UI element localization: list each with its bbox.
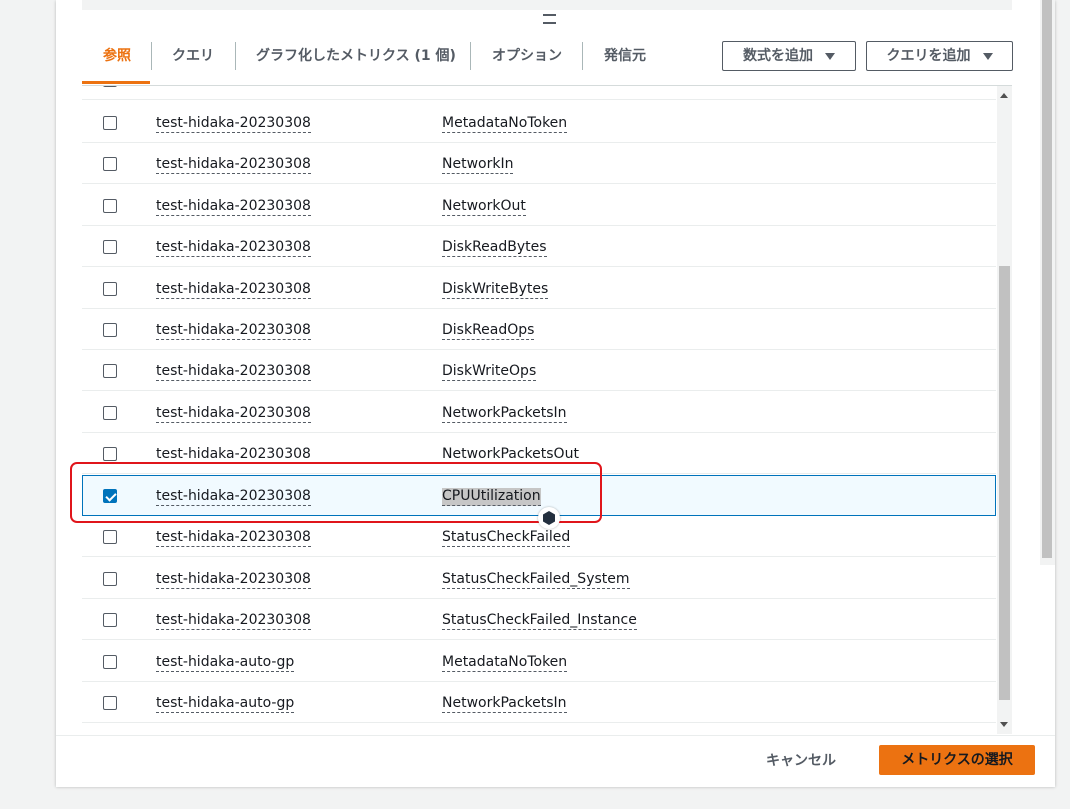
tab-source[interactable]: 発信元 (604, 36, 646, 84)
scroll-down-icon[interactable] (1000, 722, 1008, 727)
add-math-label: 数式を追加 (743, 48, 813, 64)
extension-cursor-icon (538, 507, 560, 529)
row-checkbox[interactable] (103, 282, 117, 296)
instance-name[interactable]: test-hidaka-20230308 (156, 405, 311, 423)
metric-name[interactable]: MetadataNoToken (442, 115, 568, 133)
tab-graphed-metrics[interactable]: グラフ化したメトリクス (1 個) (256, 36, 456, 84)
graph-area-edge (82, 0, 1012, 10)
active-tab-indicator (82, 81, 150, 84)
metric-name[interactable]: NetworkPacketsIn (442, 405, 567, 423)
resize-handle-icon[interactable] (543, 14, 556, 24)
instance-name[interactable]: test-hidaka-20230308 (156, 156, 311, 174)
scroll-up-icon[interactable] (1000, 93, 1008, 98)
instance-name[interactable]: test-hidaka-auto-gp (156, 695, 295, 713)
metric-name[interactable]: StatusCheckFailed_System (442, 571, 630, 589)
table-row[interactable]: test-hidaka-auto-gp MetadataNoToken (82, 641, 996, 682)
tab-browse[interactable]: 参照 (103, 36, 131, 84)
tab-bar: 参照 クエリ グラフ化したメトリクス (1 個) オプション 発信元 数式を追加… (82, 36, 1013, 86)
metric-name[interactable]: MetadataNoToken (442, 654, 568, 672)
row-checkbox[interactable] (103, 696, 117, 710)
row-checkbox[interactable] (103, 86, 117, 87)
row-checkbox[interactable] (103, 323, 117, 337)
table-row[interactable]: test-hidaka-auto-gp NetworkPacketsIn (82, 682, 996, 723)
row-checkbox[interactable] (103, 240, 117, 254)
tab-separator (235, 42, 236, 70)
metric-name[interactable]: NetworkPacketsIn (442, 695, 567, 713)
instance-name[interactable]: test-hidaka-20230308 (156, 612, 311, 630)
row-checkbox[interactable] (103, 655, 117, 669)
instance-name[interactable]: test-hidaka-20230308 (156, 529, 311, 547)
page-scrollbar-thumb[interactable] (1042, 0, 1052, 558)
metric-name[interactable]: StatusCheckFailed_Instance (442, 612, 637, 630)
metrics-list: test-hidaka-20230308 MetadataNoToken tes… (82, 86, 996, 734)
metric-name[interactable]: DiskReadBytes (442, 239, 547, 257)
list-scrollbar-thumb[interactable] (999, 266, 1010, 700)
table-row[interactable]: test-hidaka-20230308 NetworkIn (82, 143, 996, 184)
metric-name[interactable]: DiskReadOps (442, 322, 535, 340)
table-row[interactable]: test-hidaka-20230308 DiskWriteOps (82, 350, 996, 391)
metric-name[interactable]: DiskWriteBytes (442, 281, 549, 299)
table-row[interactable]: test-hidaka-20230308 StatusCheckFailed_I… (82, 599, 996, 640)
metric-name[interactable]: NetworkOut (442, 198, 526, 216)
add-query-button[interactable]: クエリを追加 (866, 41, 1013, 71)
metric-name[interactable]: NetworkIn (442, 156, 514, 174)
table-row[interactable]: test-hidaka-20230308 NetworkOut (82, 185, 996, 226)
row-checkbox[interactable] (103, 157, 117, 171)
row-checkbox[interactable] (103, 530, 117, 544)
caret-down-icon (825, 52, 835, 60)
table-row[interactable]: test-hidaka-20230308 NetworkPacketsIn (82, 392, 996, 433)
row-checkbox[interactable] (103, 406, 117, 420)
table-row[interactable]: test-hidaka-20230308 StatusCheckFailed_S… (82, 558, 996, 599)
row-checkbox[interactable] (103, 116, 117, 130)
table-row[interactable]: test-hidaka-20230308 DiskWriteBytes (82, 268, 996, 309)
tab-separator (470, 42, 471, 70)
select-metrics-button[interactable]: メトリクスの選択 (879, 745, 1035, 775)
metric-name[interactable]: DiskWriteOps (442, 363, 537, 381)
instance-name[interactable]: test-hidaka-20230308 (156, 115, 311, 133)
row-checkbox[interactable] (103, 199, 117, 213)
tab-separator (582, 42, 583, 70)
caret-down-icon (982, 52, 993, 60)
instance-name[interactable]: test-hidaka-20230308 (156, 281, 311, 299)
table-row[interactable]: test-hidaka-20230308 DiskReadOps (82, 309, 996, 350)
instance-name[interactable]: test-hidaka-20230308 (156, 239, 311, 257)
modal-footer: キャンセル メトリクスの選択 (56, 735, 1055, 787)
tab-query[interactable]: クエリ (172, 36, 214, 84)
add-math-button[interactable]: 数式を追加 (722, 41, 856, 71)
row-checkbox[interactable] (103, 572, 117, 586)
instance-name[interactable]: test-hidaka-20230308 (156, 322, 311, 340)
tab-separator (151, 42, 152, 70)
add-query-label: クエリを追加 (886, 48, 971, 64)
instance-name[interactable]: test-hidaka-20230308 (156, 363, 311, 381)
table-row[interactable]: test-hidaka-20230308 MetadataNoToken (82, 102, 996, 143)
highlight-annotation-box (70, 462, 602, 523)
row-checkbox[interactable] (103, 364, 117, 378)
table-row[interactable]: test-hidaka-20230308 DiskReadBytes (82, 226, 996, 267)
instance-name[interactable]: test-hidaka-auto-gp (156, 654, 295, 672)
instance-name[interactable]: test-hidaka-20230308 (156, 571, 311, 589)
table-row-partial (82, 86, 996, 100)
row-checkbox[interactable] (103, 447, 117, 461)
cancel-button[interactable]: キャンセル (766, 746, 836, 776)
row-checkbox[interactable] (103, 613, 117, 627)
instance-name[interactable]: test-hidaka-20230308 (156, 198, 311, 216)
metric-name[interactable]: StatusCheckFailed (442, 529, 571, 547)
tab-options[interactable]: オプション (492, 36, 562, 84)
metrics-modal: 参照 クエリ グラフ化したメトリクス (1 個) オプション 発信元 数式を追加… (56, 0, 1055, 787)
